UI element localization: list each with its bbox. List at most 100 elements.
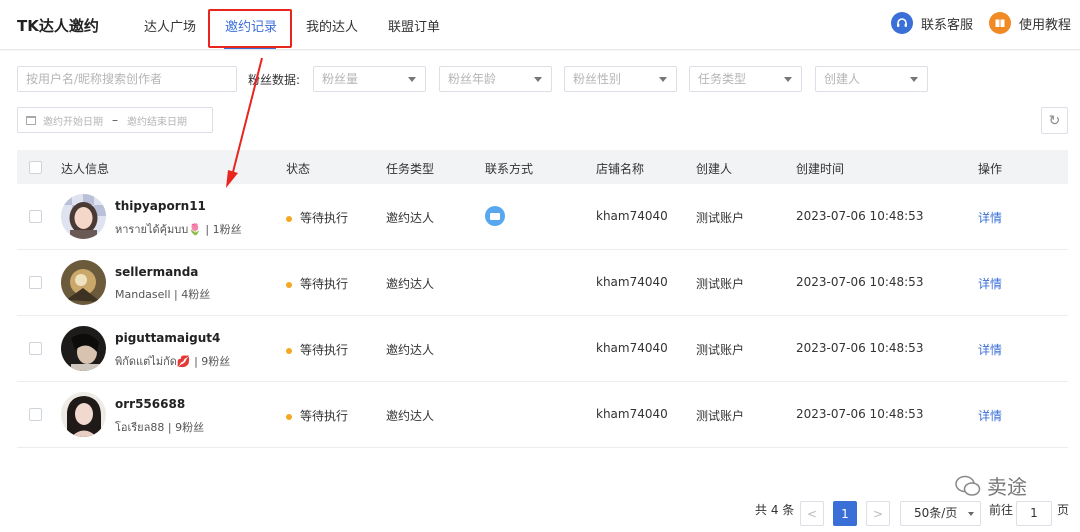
pagination-total: 共 4 条 — [755, 503, 795, 517]
calendar-icon — [26, 115, 36, 125]
page-size-select[interactable]: 50条/页 — [900, 501, 981, 526]
row-divider — [17, 381, 1068, 382]
creator-nickname-fans: Mandasell | 4粉丝 — [115, 288, 211, 301]
creator-nickname-fans: พิกัดแต่ไม่กัด💋 | 9粉丝 — [115, 355, 231, 368]
date-separator: – — [112, 113, 118, 127]
row-divider — [17, 447, 1068, 448]
task-type: 邀约达人 — [386, 211, 435, 225]
watermark: 卖途 — [955, 471, 1027, 500]
contact-service-label: 联系客服 — [921, 17, 974, 33]
refresh-button[interactable]: ↻ — [1041, 107, 1068, 134]
created-time: 2023-07-06 10:48:53 — [796, 407, 924, 421]
fans-age-select[interactable]: 粉丝年龄 — [439, 66, 552, 92]
book-icon — [989, 12, 1011, 34]
refresh-icon: ↻ — [1048, 112, 1061, 129]
detail-link[interactable]: 详情 — [978, 209, 1002, 226]
annotation-highlight-box — [208, 9, 292, 48]
headset-icon — [891, 12, 913, 34]
detail-link[interactable]: 详情 — [978, 275, 1002, 292]
status-dot — [286, 215, 292, 222]
header-creator-info: 达人信息 — [61, 162, 110, 176]
select-all-checkbox[interactable] — [29, 161, 42, 174]
top-nav-bar: TK达人邀约 达人广场 邀约记录 我的达人 联盟订单 联系客服 使用教程 — [0, 0, 1080, 50]
detail-link[interactable]: 详情 — [978, 341, 1002, 358]
chevron-down-icon — [534, 77, 542, 82]
creator-username[interactable]: sellermanda — [115, 265, 198, 279]
invite-date-range-picker[interactable]: 邀约开始日期 – 邀约结束日期 — [17, 107, 213, 133]
avatar — [61, 392, 106, 437]
header-status: 状态 — [286, 162, 311, 176]
chevron-down-icon — [968, 512, 974, 516]
wechat-icon — [955, 475, 981, 496]
row-checkbox[interactable] — [29, 210, 42, 223]
creator-account: 测试账户 — [696, 211, 745, 225]
row-checkbox[interactable] — [29, 276, 42, 289]
fans-gender-select[interactable]: 粉丝性别 — [564, 66, 677, 92]
date-end-placeholder: 邀约结束日期 — [127, 116, 187, 128]
status-badge: 等待执行 — [286, 275, 348, 292]
header-actions: 操作 — [978, 162, 1003, 176]
header-shop-name: 店铺名称 — [596, 162, 645, 176]
chevron-down-icon — [408, 77, 416, 82]
creator-account: 测试账户 — [696, 277, 745, 291]
row-checkbox[interactable] — [29, 408, 42, 421]
avatar — [61, 326, 106, 371]
header-task-type: 任务类型 — [386, 162, 435, 176]
header-contact: 联系方式 — [485, 162, 534, 176]
fans-data-label: 粉丝数据: — [248, 73, 301, 87]
status-badge: 等待执行 — [286, 407, 348, 424]
contact-service-button[interactable]: 联系客服 — [891, 12, 973, 34]
detail-link[interactable]: 详情 — [978, 407, 1002, 424]
next-page-button[interactable]: > — [866, 501, 890, 526]
tutorial-label: 使用教程 — [1019, 17, 1072, 33]
status-badge: 等待执行 — [286, 341, 348, 358]
creator-username[interactable]: piguttamaigut4 — [115, 331, 220, 345]
prev-page-button[interactable]: < — [800, 501, 824, 526]
page-suffix-label: 页 — [1057, 503, 1070, 517]
shop-name: kham74040 — [596, 275, 668, 289]
nav-tab-creator-square[interactable]: 达人广场 — [144, 16, 196, 35]
chevron-down-icon — [910, 77, 918, 82]
avatar — [61, 260, 106, 305]
chevron-down-icon — [659, 77, 667, 82]
status-dot — [286, 281, 292, 288]
creator-account: 测试账户 — [696, 409, 745, 423]
tutorial-button[interactable]: 使用教程 — [989, 12, 1071, 34]
header-creator: 创建人 — [696, 162, 733, 176]
date-start-placeholder: 邀约开始日期 — [43, 116, 103, 128]
shop-name: kham74040 — [596, 209, 668, 223]
row-checkbox[interactable] — [29, 342, 42, 355]
nav-tab-my-creators[interactable]: 我的达人 — [306, 16, 358, 35]
goto-label: 前往 — [989, 503, 1014, 517]
task-type: 邀约达人 — [386, 277, 435, 291]
creator-username[interactable]: thipyaporn11 — [115, 199, 206, 213]
creator-nickname-fans: โอเรียล88 | 9粉丝 — [115, 421, 205, 434]
status-dot — [286, 347, 292, 354]
brand-logo: TK达人邀约 — [17, 17, 99, 35]
shop-name: kham74040 — [596, 341, 668, 355]
status-badge: 等待执行 — [286, 209, 348, 226]
shop-name: kham74040 — [596, 407, 668, 421]
page-number-button[interactable]: 1 — [833, 501, 857, 526]
table-header — [17, 150, 1068, 184]
task-type: 邀约达人 — [386, 343, 435, 357]
header-created-time: 创建时间 — [796, 162, 845, 176]
created-time: 2023-07-06 10:48:53 — [796, 341, 924, 355]
task-type: 邀约达人 — [386, 409, 435, 423]
chevron-down-icon — [784, 77, 792, 82]
creator-nickname-fans: หารายได้คุ้มบบ🌷 | 1粉丝 — [115, 223, 242, 236]
mail-icon[interactable] — [485, 206, 505, 226]
goto-page-input[interactable]: 1 — [1016, 501, 1052, 526]
creator-select[interactable]: 创建人 — [815, 66, 928, 92]
nav-tab-alliance-orders[interactable]: 联盟订单 — [388, 16, 440, 35]
created-time: 2023-07-06 10:48:53 — [796, 275, 924, 289]
creator-search-input[interactable]: 按用户名/昵称搜索创作者 — [17, 66, 237, 92]
row-divider — [17, 315, 1068, 316]
creator-username[interactable]: orr556688 — [115, 397, 185, 411]
task-type-select[interactable]: 任务类型 — [689, 66, 802, 92]
fans-count-select[interactable]: 粉丝量 — [313, 66, 426, 92]
creator-account: 测试账户 — [696, 343, 745, 357]
created-time: 2023-07-06 10:48:53 — [796, 209, 924, 223]
avatar — [61, 194, 106, 239]
watermark-text: 卖途 — [987, 475, 1027, 499]
